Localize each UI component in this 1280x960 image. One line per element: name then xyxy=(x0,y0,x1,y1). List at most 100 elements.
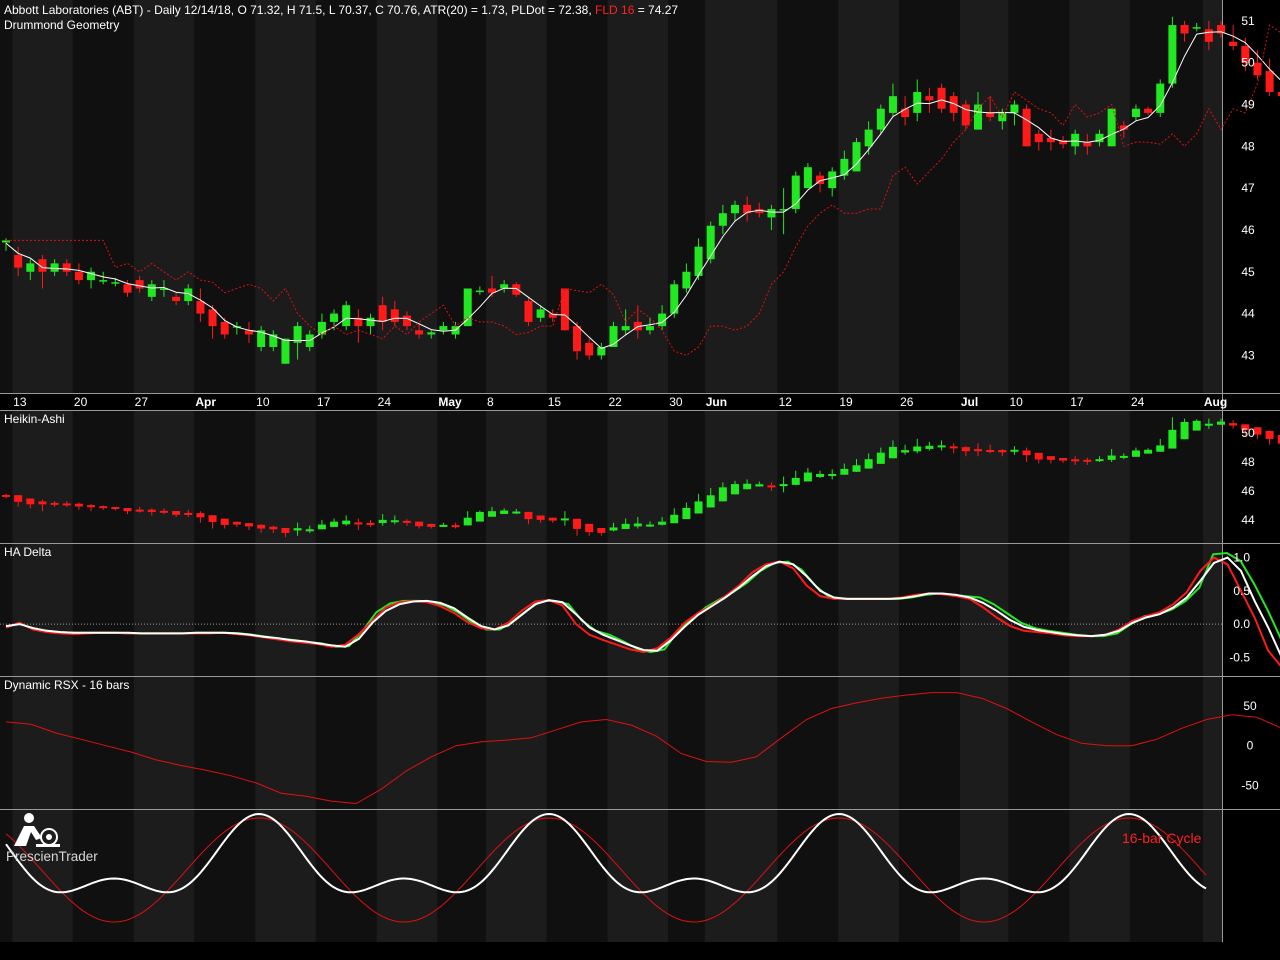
ha-delta-title: HA Delta xyxy=(4,545,52,559)
price-tick-label: 47 xyxy=(1241,181,1255,195)
ha-body xyxy=(743,483,752,490)
candle-body xyxy=(864,129,873,147)
ha-body xyxy=(718,487,727,502)
ha-body xyxy=(50,502,59,505)
ha-body xyxy=(1071,459,1080,462)
band xyxy=(0,676,13,809)
date-tick-label: 10 xyxy=(256,395,270,409)
candle-body xyxy=(1204,29,1213,42)
candle-body xyxy=(1180,25,1189,34)
ha-body xyxy=(14,495,23,502)
ha-body xyxy=(2,494,10,497)
band xyxy=(486,676,547,809)
band xyxy=(838,543,900,676)
ha-body xyxy=(427,523,436,527)
band xyxy=(1069,410,1130,543)
candle-body xyxy=(342,305,351,327)
candle-body xyxy=(196,301,205,314)
ha-body xyxy=(1095,459,1104,462)
band xyxy=(194,809,256,942)
band xyxy=(12,410,73,543)
delta-tick-label: 1.0 xyxy=(1233,551,1250,565)
candle-body xyxy=(427,332,436,335)
ha-body xyxy=(184,512,193,515)
ha-body xyxy=(342,520,351,525)
candle-body xyxy=(74,271,83,281)
candle-body xyxy=(1144,108,1153,113)
ha-body xyxy=(415,521,424,527)
ha-body xyxy=(281,527,290,533)
band xyxy=(1069,0,1130,393)
ha-body xyxy=(38,501,47,505)
band xyxy=(1129,410,1203,543)
candle-body xyxy=(50,263,59,272)
band xyxy=(315,809,377,942)
date-tick-label: 27 xyxy=(135,395,149,409)
band xyxy=(133,543,195,676)
band xyxy=(437,0,486,393)
ha-body xyxy=(888,446,897,459)
band xyxy=(777,0,839,393)
candle-body xyxy=(585,342,594,356)
ha-body xyxy=(147,509,156,512)
ha-body xyxy=(1168,429,1177,449)
price-tick-label: 45 xyxy=(1241,265,1255,279)
date-tick-label: Aug xyxy=(1204,395,1227,409)
ha-body xyxy=(560,518,569,521)
candle-body xyxy=(913,91,922,113)
ha-body xyxy=(488,511,496,517)
date-tick-label: 24 xyxy=(378,395,392,409)
ha-body xyxy=(1059,458,1068,461)
band xyxy=(486,809,547,942)
band xyxy=(255,676,316,809)
band xyxy=(1069,809,1130,942)
ha-body xyxy=(706,495,715,508)
price-tick-label: 43 xyxy=(1241,348,1255,362)
ha-body xyxy=(99,506,108,509)
band xyxy=(0,543,13,676)
candle-body xyxy=(840,158,849,176)
ha-body xyxy=(816,473,825,477)
band xyxy=(607,676,669,809)
band xyxy=(437,809,486,942)
band xyxy=(838,0,900,393)
band xyxy=(1129,676,1203,809)
band xyxy=(486,543,547,676)
candle-body xyxy=(621,326,630,331)
ha-body xyxy=(597,528,606,533)
ha-body xyxy=(621,523,630,529)
date-tick-label: 12 xyxy=(779,395,793,409)
price-tick-label: 51 xyxy=(1241,14,1255,28)
ha-body xyxy=(658,521,667,525)
ha-body xyxy=(670,514,679,524)
band xyxy=(255,410,316,543)
band xyxy=(704,809,778,942)
ha-body xyxy=(232,521,241,525)
ha-body xyxy=(573,518,582,529)
ha-body xyxy=(876,452,885,464)
ha-body xyxy=(1119,455,1128,458)
band xyxy=(959,410,1009,543)
date-tick-label: 13 xyxy=(13,395,27,409)
candle-body xyxy=(925,96,934,101)
band xyxy=(1129,0,1203,393)
ha-body xyxy=(791,477,800,485)
ha-body xyxy=(949,446,958,449)
ha-body xyxy=(1131,450,1140,457)
band xyxy=(959,676,1009,809)
band xyxy=(72,676,134,809)
ha-body xyxy=(245,523,253,527)
ha-body xyxy=(998,450,1007,453)
candle-body xyxy=(390,309,399,322)
date-tick-label: 26 xyxy=(900,395,914,409)
candle-body xyxy=(1010,104,1019,113)
candle-body xyxy=(330,313,339,322)
band xyxy=(0,410,13,543)
band xyxy=(838,410,900,543)
ha-body xyxy=(208,515,217,523)
ha-body xyxy=(1204,423,1213,426)
band xyxy=(546,543,608,676)
band xyxy=(0,0,13,393)
ha-body xyxy=(87,505,96,508)
band xyxy=(607,543,669,676)
